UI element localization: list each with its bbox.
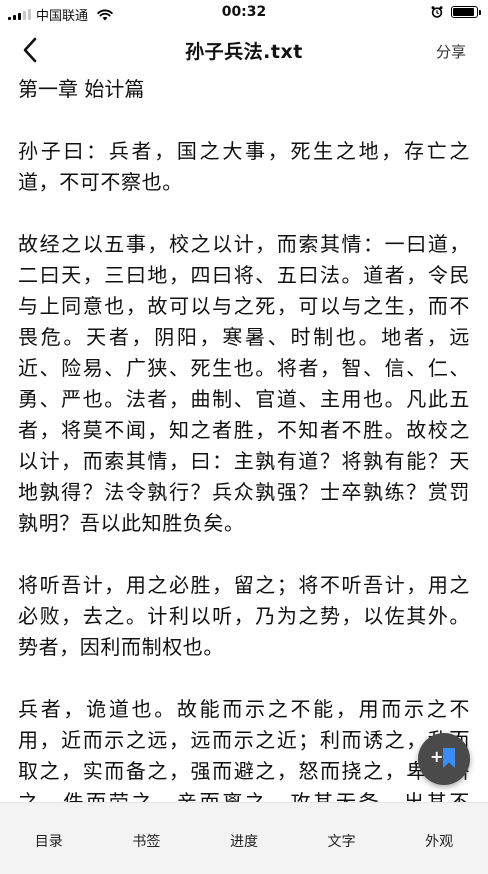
bottom-toolbar: 目录 书签 进度 文字 外观 — [0, 802, 488, 874]
toolbar-text-button[interactable]: 文字 — [293, 803, 391, 874]
status-time: 00:32 — [221, 4, 267, 20]
toolbar-appearance-button[interactable]: 外观 — [390, 803, 488, 874]
bookmark-icon — [443, 748, 455, 768]
battery-icon — [451, 6, 481, 18]
page-title: 孙子兵法.txt — [185, 41, 303, 63]
status-right — [431, 6, 481, 18]
alarm-icon — [431, 6, 443, 18]
paragraph: 将听吾计，用之必胜，留之；将不听吾计，用之必败，去之。计利以听，乃为之势，以佐其… — [18, 573, 470, 659]
toolbar-progress-button[interactable]: 进度 — [195, 803, 293, 874]
chapter-title: 第一章 始计篇 — [18, 77, 145, 101]
status-bar: 中国联通 00:32 — [0, 0, 488, 26]
share-button[interactable]: 分享 — [436, 41, 466, 62]
toolbar-catalog-button[interactable]: 目录 — [0, 803, 98, 874]
reader-content[interactable]: 第一章 始计篇 孙子曰：兵者，国之大事，死生之地，存亡之道，不可不察也。 故经之… — [0, 74, 488, 802]
toolbar-bookmarks-button[interactable]: 书签 — [98, 803, 196, 874]
reader-text: 第一章 始计篇 孙子曰：兵者，国之大事，死生之地，存亡之道，不可不察也。 故经之… — [0, 74, 488, 802]
chevron-left-icon — [23, 37, 37, 63]
paragraph: 故经之以五事，校之以计，而索其情：一曰道，二曰天，三曰地，四曰将、五曰法。道者，… — [18, 232, 470, 535]
back-button[interactable] — [14, 34, 46, 66]
add-bookmark-button[interactable]: + — [418, 733, 470, 785]
paragraph: 兵者，诡道也。故能而示之不能，用而示之不用，近而示之远，远而示之近；利而诱之，乱… — [18, 697, 470, 802]
nav-bar: 孙子兵法.txt 分享 — [0, 26, 488, 74]
paragraph: 孙子曰：兵者，国之大事，死生之地，存亡之道，不可不察也。 — [18, 139, 470, 194]
battery-level — [453, 8, 475, 16]
